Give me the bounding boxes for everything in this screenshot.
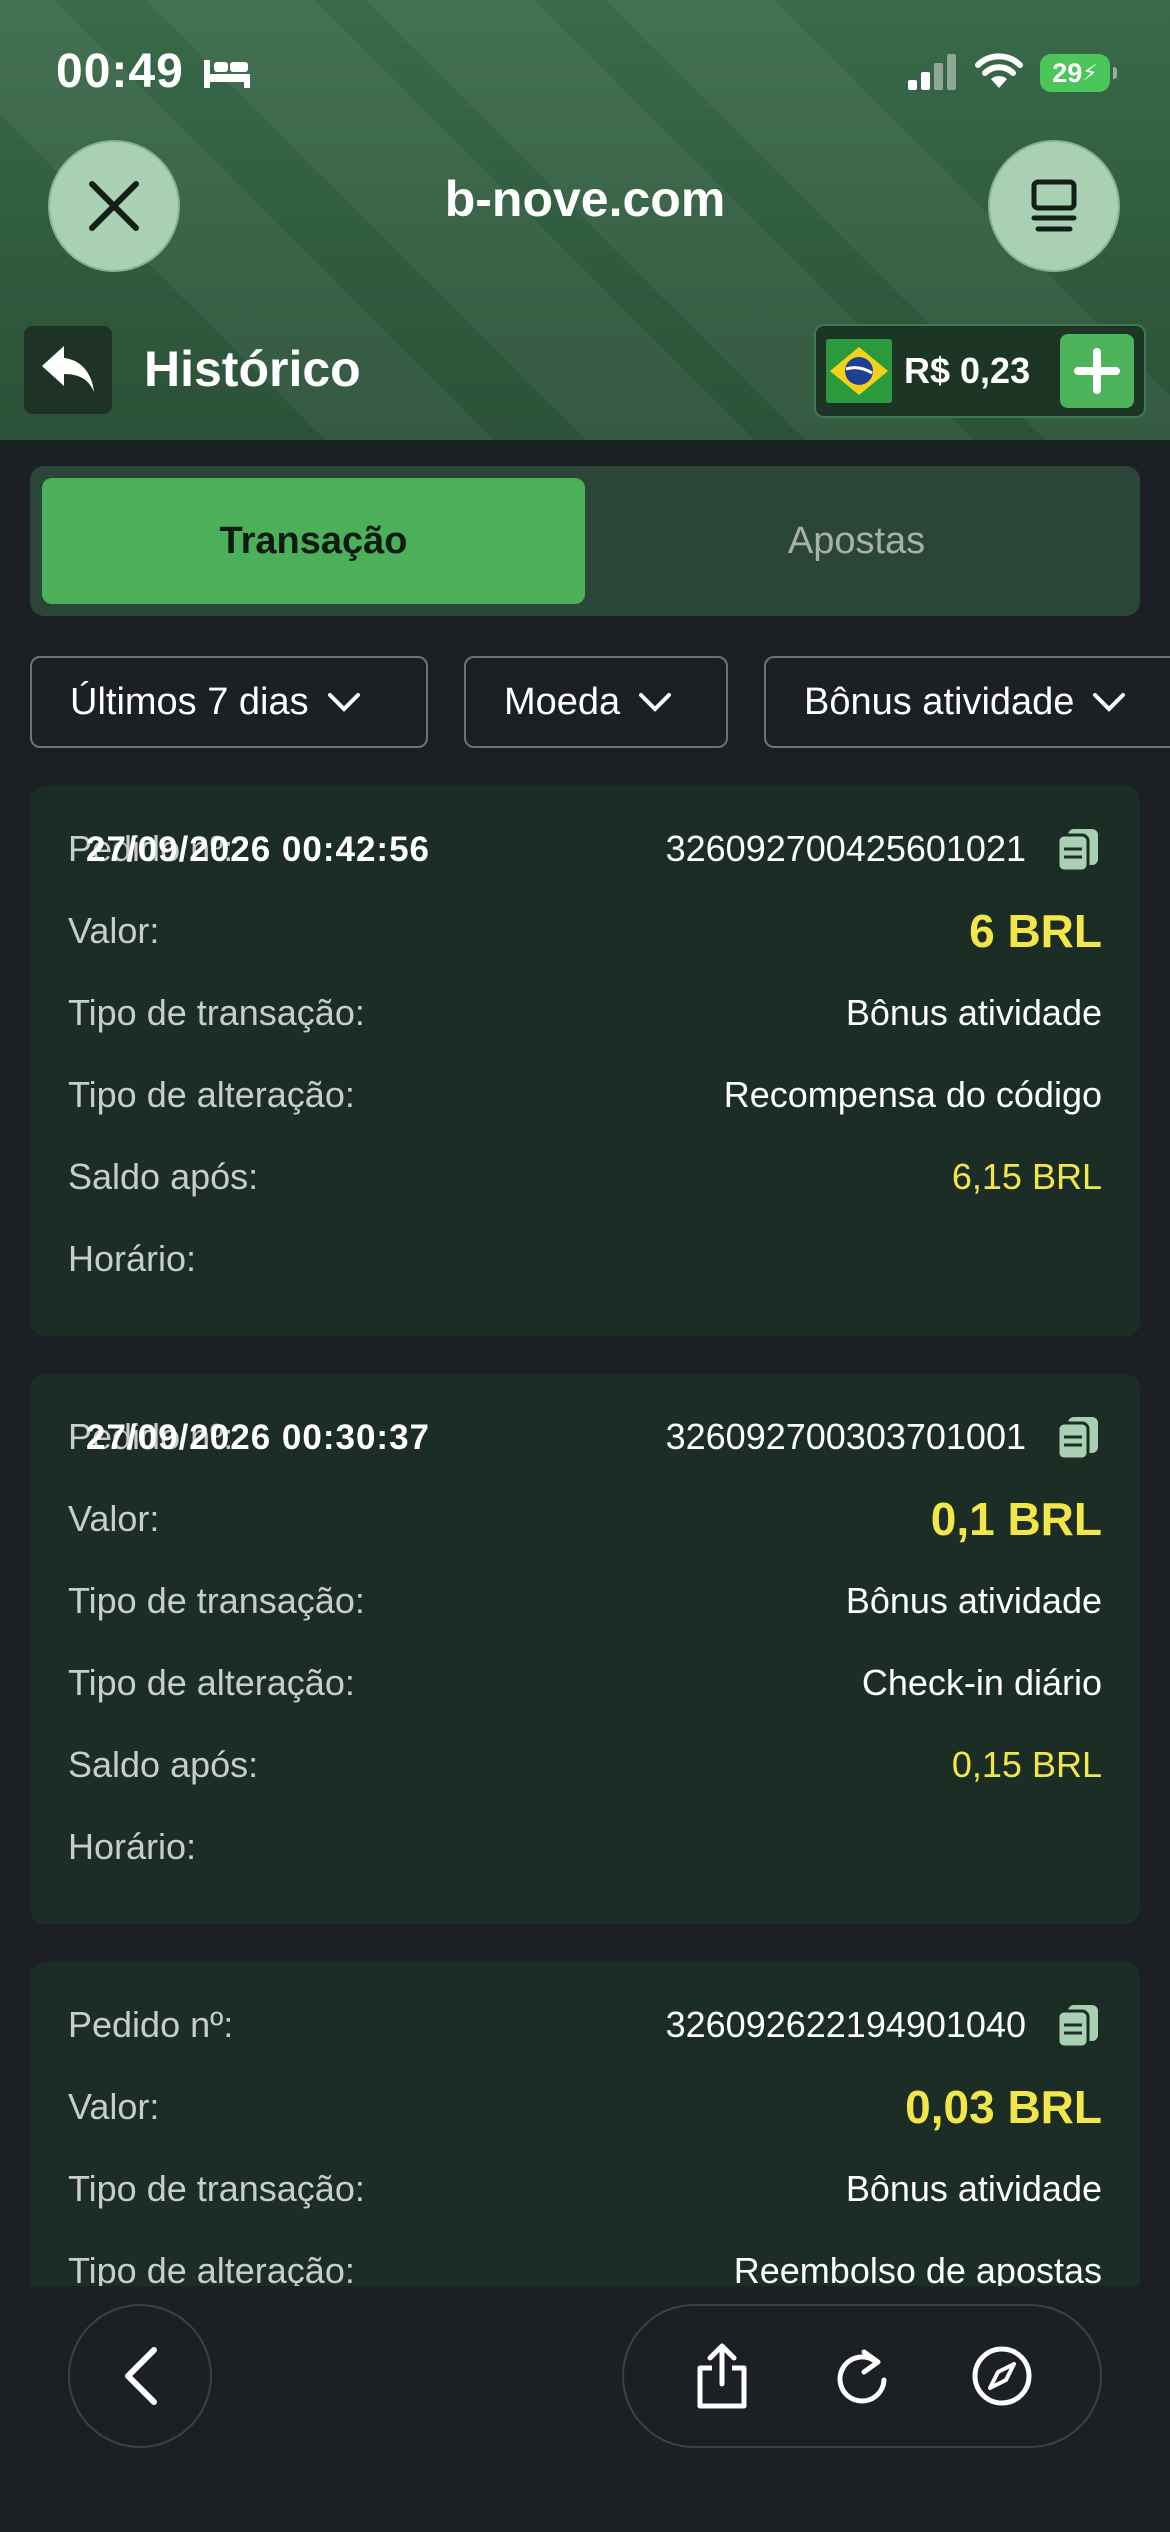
value-label: Valor: xyxy=(68,910,160,951)
browser-actions xyxy=(622,2304,1102,2448)
time-label: Horário: xyxy=(68,1826,197,1867)
transaction-type-label: Tipo de transação: xyxy=(68,2168,365,2209)
order-number: 326092700303701001 xyxy=(665,1416,1026,1457)
page-title: Histórico xyxy=(144,341,361,397)
reload-button[interactable] xyxy=(830,2344,894,2408)
transaction-type: Bônus atividade xyxy=(845,2168,1102,2209)
compass-button[interactable] xyxy=(970,2344,1034,2408)
order-number: 326092700425601021 xyxy=(665,828,1026,869)
transaction-card: Pedido nº: 326092700303701001 Valor: 0,1 … xyxy=(30,1374,1140,1924)
value-label: Valor: xyxy=(68,2086,160,2127)
change-type: Reembolso de apostas xyxy=(733,2250,1102,2286)
tab-apostas[interactable]: Apostas xyxy=(585,478,1128,604)
chevron-left-icon xyxy=(125,2347,157,2405)
order-number: 326092622194901040 xyxy=(665,2004,1026,2045)
transaction-value: 6 BRL xyxy=(969,905,1102,957)
battery-indicator: 29 ⚡ xyxy=(1040,54,1117,92)
wifi-icon xyxy=(975,53,1023,88)
copy-icon[interactable] xyxy=(1054,825,1102,873)
period-filter-label: Últimos 7 dias xyxy=(70,680,309,723)
plus-icon xyxy=(1074,348,1120,394)
brazil-flag-icon xyxy=(826,339,892,403)
currency-filter[interactable]: Moeda xyxy=(464,656,728,748)
change-type: Recompensa do código xyxy=(723,1074,1102,1115)
signal-icon xyxy=(908,54,956,90)
chevron-down-icon xyxy=(1093,693,1126,712)
menu-button[interactable] xyxy=(988,140,1120,272)
share-icon xyxy=(697,2343,747,2409)
time-label: Horário: xyxy=(68,1238,197,1279)
change-type: Check-in diário xyxy=(861,1662,1102,1703)
deposit-button[interactable] xyxy=(1060,334,1134,408)
order-label: Pedido nº: xyxy=(68,2004,234,2045)
status-bar: 00:49 29 ⚡ xyxy=(0,0,1170,140)
copy-icon[interactable] xyxy=(1054,2001,1102,2049)
change-type-label: Tipo de alteração: xyxy=(68,2250,355,2286)
transaction-card: Pedido nº: 326092622194901040 Valor: 0,03… xyxy=(30,1962,1140,2286)
bed-icon xyxy=(204,60,250,88)
share-button[interactable] xyxy=(690,2343,754,2409)
history-tabs: Transação Apostas xyxy=(30,466,1140,616)
change-type-label: Tipo de alteração: xyxy=(68,1074,355,1115)
chevron-down-icon xyxy=(327,693,360,712)
transaction-card: Pedido nº: 326092700425601021 Valor: 6 BR… xyxy=(30,786,1140,1336)
value-label: Valor: xyxy=(68,1498,160,1539)
balance-after: 0,15 BRL xyxy=(951,1744,1102,1785)
transaction-type: Bônus atividade xyxy=(845,992,1102,1033)
transaction-time: 27/09/2026 00:30:37 xyxy=(86,1418,430,1457)
menu-icon xyxy=(1031,179,1077,232)
balance-amount: R$ 0,23 xyxy=(904,350,1031,391)
back-button[interactable] xyxy=(24,326,112,414)
type-filter-label: Bônus atividade xyxy=(804,680,1075,723)
battery-level: 29 xyxy=(1052,57,1083,88)
currency-filter-label: Moeda xyxy=(504,680,621,723)
reply-arrow-icon xyxy=(42,346,94,392)
balance-after-label: Saldo após: xyxy=(68,1156,259,1197)
status-time: 00:49 xyxy=(56,45,184,98)
transaction-type-label: Tipo de transação: xyxy=(68,1580,365,1621)
period-filter[interactable]: Últimos 7 dias xyxy=(30,656,428,748)
transaction-value: 0,1 BRL xyxy=(930,1493,1102,1545)
transaction-type-label: Tipo de transação: xyxy=(68,992,365,1033)
balance-after-label: Saldo após: xyxy=(68,1744,259,1785)
transaction-time: 27/09/2026 00:42:56 xyxy=(86,830,430,869)
copy-icon[interactable] xyxy=(1054,1413,1102,1461)
chevron-down-icon xyxy=(639,693,672,712)
transaction-list[interactable]: Pedido nº: 326092700425601021 Valor: 6 BR… xyxy=(30,786,1140,2286)
transaction-type: Bônus atividade xyxy=(845,1580,1102,1621)
reload-icon xyxy=(837,2349,887,2404)
transaction-value: 0,03 BRL xyxy=(905,2081,1102,2133)
change-type-label: Tipo de alteração: xyxy=(68,1662,355,1703)
compass-icon xyxy=(972,2346,1032,2406)
balance-widget[interactable]: R$ 0,23 xyxy=(814,324,1146,418)
type-filter[interactable]: Bônus atividade xyxy=(764,656,1170,748)
balance-after: 6,15 BRL xyxy=(951,1156,1102,1197)
browser-back-button[interactable] xyxy=(68,2304,212,2448)
tab-transacao[interactable]: Transação xyxy=(42,478,585,604)
browser-toolbar xyxy=(0,2286,1170,2532)
